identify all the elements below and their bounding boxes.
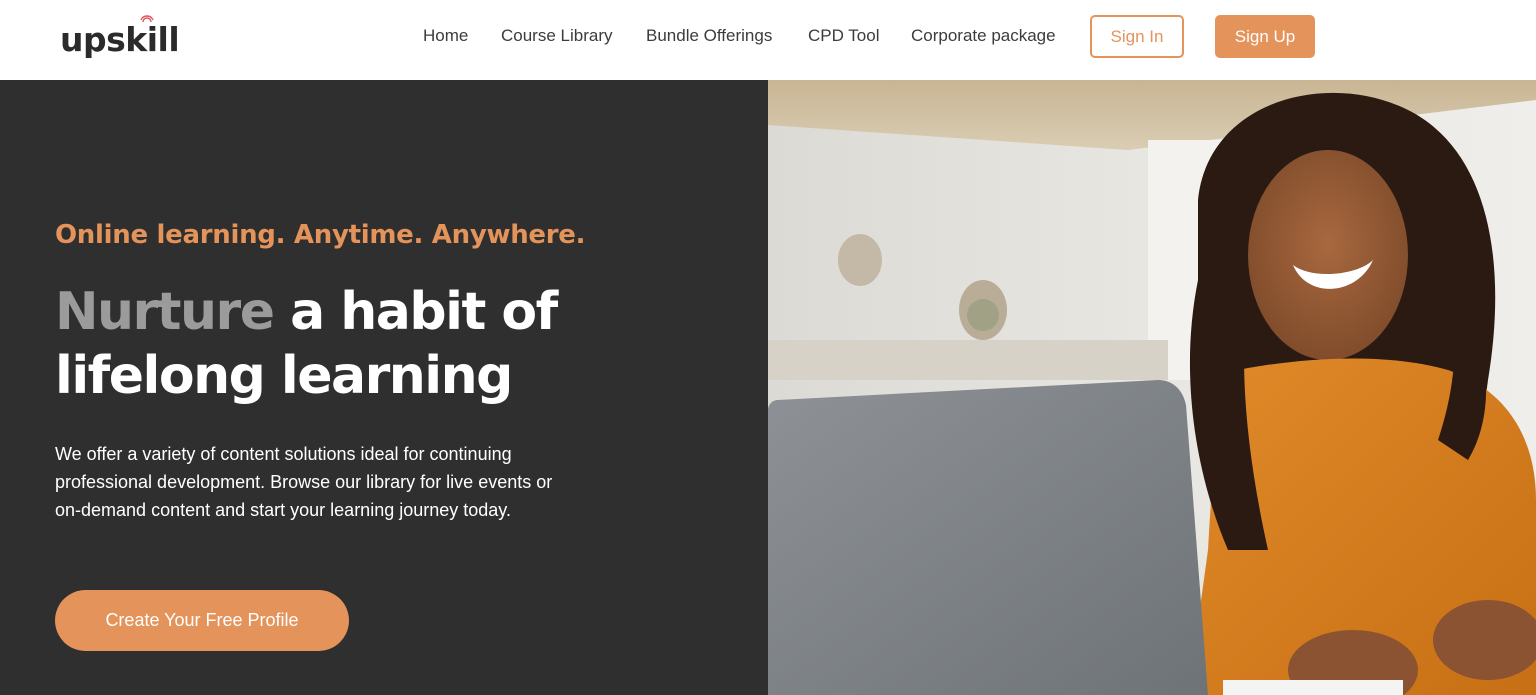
hero-headline: Nurture a habit of lifelong learning — [55, 280, 675, 408]
create-profile-button[interactable]: Create Your Free Profile — [55, 590, 349, 651]
nav-corporate-package[interactable]: Corporate package — [911, 24, 1056, 48]
hero-section: Online learning. Anytime. Anywhere. Nurt… — [0, 80, 1536, 695]
hero-photo — [768, 80, 1536, 695]
site-header: upskill Home Course Library Bundle Offer… — [0, 0, 1536, 80]
headline-accent: Nurture — [55, 282, 275, 342]
logo-text: upskill — [60, 20, 180, 59]
nav-course-library[interactable]: Course Library — [501, 24, 613, 48]
nav-home[interactable]: Home — [423, 24, 468, 48]
nav-bundle-offerings[interactable]: Bundle Offerings — [646, 24, 772, 48]
signal-icon — [140, 15, 154, 23]
hero-tagline: Online learning. Anytime. Anywhere. — [55, 220, 586, 250]
nav-cpd-tool[interactable]: CPD Tool — [808, 24, 880, 48]
sign-in-button[interactable]: Sign In — [1090, 15, 1184, 58]
hero-content: Online learning. Anytime. Anywhere. Nurt… — [0, 80, 780, 695]
hero-photo-illustration — [768, 80, 1536, 695]
sign-up-button[interactable]: Sign Up — [1215, 15, 1315, 58]
hero-description: We offer a variety of content solutions … — [55, 444, 553, 520]
logo[interactable]: upskill — [60, 14, 180, 64]
